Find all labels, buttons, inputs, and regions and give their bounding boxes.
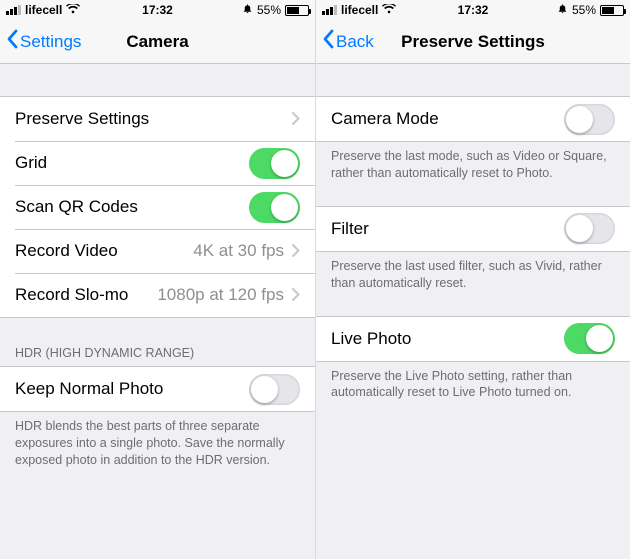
disclosure-icon [292,285,300,305]
row-value: 1080p at 120 fps [157,285,284,305]
section-header-hdr: HDR (High Dynamic Range) [0,340,315,366]
wifi-icon [382,3,396,17]
row-live-photo: Live Photo [316,317,630,361]
row-record-slomo[interactable]: Record Slo-mo 1080p at 120 fps [0,273,315,317]
nav-title: Camera [126,32,188,52]
section-footer-live-photo: Preserve the Live Photo setting, rather … [316,362,630,408]
row-filter: Filter [316,207,630,251]
wifi-icon [66,3,80,17]
qr-toggle[interactable] [249,192,300,223]
carrier-label: lifecell [341,3,378,17]
row-label: Filter [331,219,564,239]
nav-title: Preserve Settings [401,32,545,52]
camera-mode-toggle[interactable] [564,104,615,135]
alarm-icon [557,3,568,17]
alarm-icon [242,3,253,17]
back-label: Back [336,32,374,52]
section-footer-filter: Preserve the last used filter, such as V… [316,252,630,298]
battery-icon [285,5,309,16]
section-filter: Filter [316,206,630,252]
row-label: Grid [15,153,249,173]
battery-percent: 55% [257,3,281,17]
row-camera-mode: Camera Mode [316,97,630,141]
row-value: 4K at 30 fps [193,241,284,261]
section-footer-hdr: HDR blends the best parts of three separ… [0,412,315,475]
section-footer-camera-mode: Preserve the last mode, such as Video or… [316,142,630,188]
battery-percent: 55% [572,3,596,17]
settings-section-hdr: Keep Normal Photo [0,366,315,412]
row-label: Keep Normal Photo [15,379,249,399]
row-label: Record Slo-mo [15,285,157,305]
screenshot-camera-settings: lifecell 17:32 55% Settings [0,0,315,559]
row-label: Camera Mode [331,109,564,129]
nav-bar: Settings Camera [0,20,315,64]
cellular-signal-icon [322,5,337,15]
row-grid: Grid [0,141,315,185]
carrier-label: lifecell [25,3,62,17]
status-bar: lifecell 17:32 55% [316,0,630,20]
row-record-video[interactable]: Record Video 4K at 30 fps [0,229,315,273]
live-photo-toggle[interactable] [564,323,615,354]
back-button[interactable]: Settings [6,29,81,54]
nav-bar: Back Preserve Settings [316,20,630,64]
section-live-photo: Live Photo [316,316,630,362]
screenshot-preserve-settings: lifecell 17:32 55% Back Preser [315,0,630,559]
back-label: Settings [20,32,81,52]
section-camera-mode: Camera Mode [316,96,630,142]
row-label: Record Video [15,241,193,261]
row-keep-normal-photo: Keep Normal Photo [0,367,315,411]
row-label: Scan QR Codes [15,197,249,217]
filter-toggle[interactable] [564,213,615,244]
row-preserve-settings[interactable]: Preserve Settings [0,97,315,141]
status-bar: lifecell 17:32 55% [0,0,315,20]
cellular-signal-icon [6,5,21,15]
back-button[interactable]: Back [322,29,374,54]
row-label: Preserve Settings [15,109,292,129]
battery-icon [600,5,624,16]
disclosure-icon [292,109,300,129]
disclosure-icon [292,241,300,261]
keep-normal-toggle[interactable] [249,374,300,405]
row-label: Live Photo [331,329,564,349]
chevron-left-icon [6,29,18,54]
row-scan-qr: Scan QR Codes [0,185,315,229]
settings-section: Preserve Settings Grid Scan QR Codes Rec… [0,96,315,318]
grid-toggle[interactable] [249,148,300,179]
chevron-left-icon [322,29,334,54]
